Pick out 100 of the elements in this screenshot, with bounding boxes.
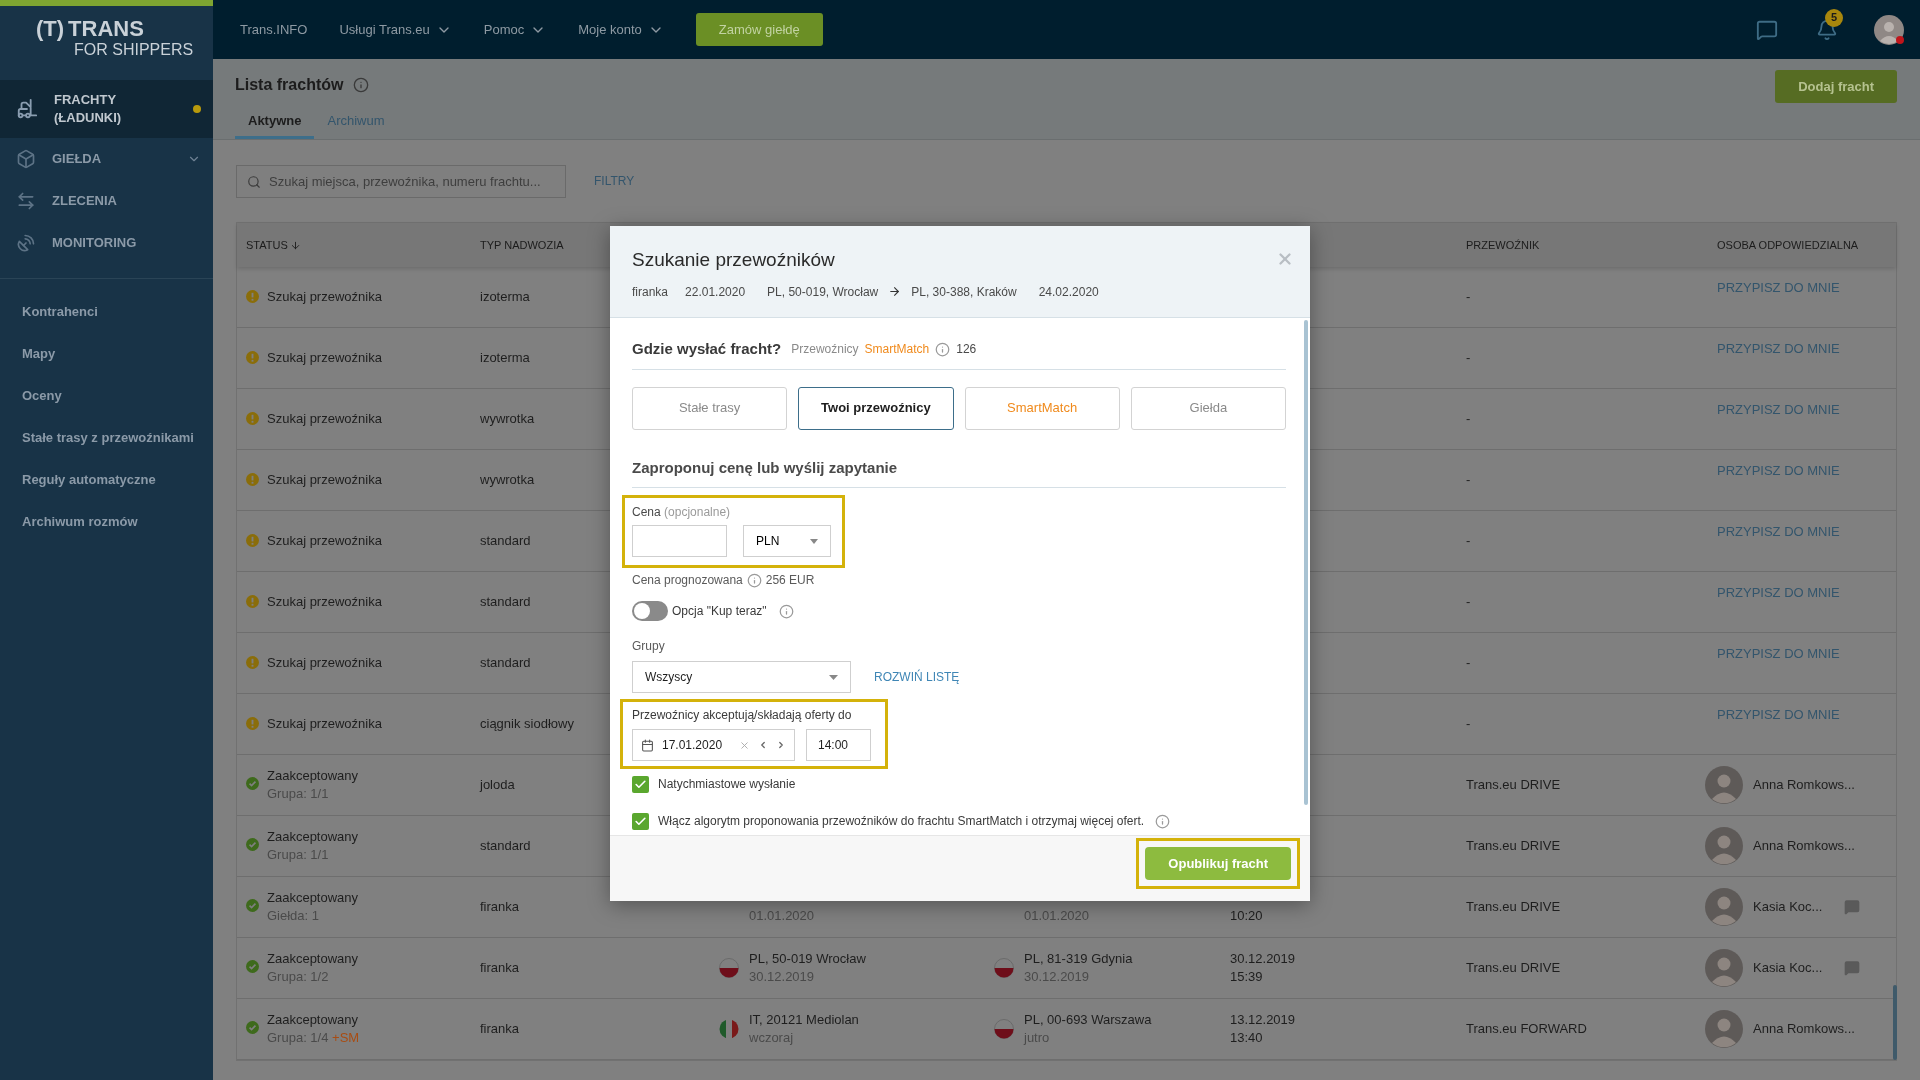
chevron-right-icon	[776, 740, 786, 750]
status-text: Szukaj przewoźnika	[267, 349, 382, 367]
sidebar-module[interactable]: GIEŁDA	[0, 138, 213, 180]
body-type-cell: standard	[480, 838, 531, 854]
avatar-icon[interactable]	[1874, 14, 1904, 45]
sidebar-link[interactable]: Stałe trasy z przewoźnikami	[0, 417, 213, 459]
carrier-cell: -	[1466, 716, 1471, 732]
column-header[interactable]: TYP NADWOZIA	[480, 236, 564, 254]
body-type-cell: wywrotka	[480, 411, 535, 427]
field-label: Cena (opcjonalne)	[632, 504, 731, 521]
chat-icon[interactable]	[1756, 18, 1778, 41]
body-type-cell: izoterma	[480, 289, 530, 305]
status-text: Zaakceptowany	[267, 767, 359, 785]
checkbox-label: Włącz algorytm proponowania przewoźników do frachtu SmartMatch i otrzymaj więcej ofert.	[658, 813, 1145, 830]
time-field[interactable]: 14:00	[806, 729, 871, 761]
target-option[interactable]: Twoi przewoźnicy	[798, 386, 954, 430]
place-text: PL, 81-319 Gdynia	[1024, 950, 1133, 968]
summary-text: PL, 30-388, Kraków	[911, 283, 1017, 301]
tab[interactable]: Aktywne	[235, 106, 315, 139]
target-option[interactable]: Stałe trasy	[632, 386, 788, 430]
person-name: Kasia Koc...	[1753, 898, 1823, 917]
search-field[interactable]: Szukaj miejsca, przewoźnika, numeru frachtu...	[236, 164, 566, 198]
sidebar-link[interactable]: Mapy	[0, 333, 213, 375]
person-name: Anna Romkows...	[1753, 1020, 1855, 1039]
target-option[interactable]: Giełda	[1130, 386, 1286, 430]
avatar-icon	[1705, 888, 1743, 926]
nav-dropdown[interactable]: Pomoc	[483, 19, 547, 40]
sidebar-link[interactable]: Kontrahenci	[0, 291, 213, 333]
carrier-cell: -	[1466, 533, 1471, 549]
smartmatch-label: SmartMatch	[864, 341, 930, 359]
carrier-count: 126	[956, 341, 977, 359]
info-icon[interactable]	[1155, 813, 1171, 829]
publish-button[interactable]: Opublikuj fracht	[1145, 847, 1291, 880]
carrier-cell: -	[1466, 472, 1471, 488]
status-text: Szukaj przewoźnika	[267, 715, 382, 733]
assign-link[interactable]: PRZYPISZ DO MNIE	[1717, 278, 1840, 298]
sidebar-link[interactable]: Archiwum rozmów	[0, 501, 213, 543]
sort-arrow-icon[interactable]	[289, 239, 301, 251]
assign-link[interactable]: PRZYPISZ DO MNIE	[1717, 400, 1840, 420]
column-header[interactable]: OSOBA ODPOWIEDZIALNA	[1717, 236, 1859, 254]
summary-text: 24.02.2020	[1038, 283, 1099, 301]
expand-list-link[interactable]: ROZWIŃ LISTĘ	[874, 668, 960, 686]
body-type-cell: standard	[480, 655, 531, 671]
sidebar-module[interactable]: MONITORING	[0, 222, 213, 264]
forecast-label: Cena prognozowana	[632, 572, 743, 589]
checkbox[interactable]	[632, 775, 649, 793]
assign-link[interactable]: PRZYPISZ DO MNIE	[1717, 583, 1840, 603]
assign-link[interactable]: PRZYPISZ DO MNIE	[1717, 461, 1840, 481]
info-icon[interactable]	[353, 76, 370, 93]
carrier-cell: -	[1466, 411, 1471, 427]
sidebar-module[interactable]: ZLECENIA	[0, 180, 213, 222]
column-header[interactable]: PRZEWOŹNIK	[1466, 236, 1540, 254]
toggle-switch[interactable]	[632, 601, 668, 621]
target-option[interactable]: SmartMatch	[964, 386, 1120, 430]
carrier-cell: -	[1466, 594, 1471, 610]
chat-icon[interactable]	[1844, 899, 1861, 915]
place-text: PL, 50-019 Wrocław	[749, 950, 866, 968]
check-icon	[634, 814, 647, 828]
nav-dropdown[interactable]: Usługi Trans.eu	[339, 19, 452, 40]
date-field[interactable]: 17.01.2020	[632, 729, 795, 761]
info-icon[interactable]	[935, 341, 951, 357]
person-name: Anna Romkows...	[1753, 776, 1855, 795]
carrier-cell: Trans.eu FORWARD	[1466, 1021, 1587, 1037]
forklift-icon	[16, 98, 38, 120]
place-text: PL, 00-693 Warszawa	[1024, 1011, 1152, 1029]
order-exchange-button[interactable]: Zamów giełdę	[695, 13, 823, 46]
sidebar-module[interactable]: FRACHTY (ŁADUNKI)	[0, 80, 213, 138]
body-type-cell: standard	[480, 533, 531, 549]
assign-link[interactable]: PRZYPISZ DO MNIE	[1717, 644, 1840, 664]
currency-select[interactable]: PLN	[743, 525, 831, 557]
sidebar-link[interactable]: Oceny	[0, 375, 213, 417]
groups-select[interactable]: Wszyscy	[632, 661, 851, 693]
filters-link[interactable]: FILTRY	[594, 172, 635, 190]
field-label: Przewoźnicy akceptują/składają oferty do	[632, 707, 852, 724]
status-text: Zaakceptowany	[267, 828, 359, 846]
column-header[interactable]: STATUS	[246, 236, 288, 254]
field-label: Grupy	[632, 638, 666, 655]
add-freight-button[interactable]: Dodaj fracht	[1775, 70, 1897, 103]
close-icon[interactable]	[1276, 250, 1294, 268]
price-field[interactable]	[632, 525, 727, 557]
assign-link[interactable]: PRZYPISZ DO MNIE	[1717, 339, 1840, 359]
info-icon[interactable]	[746, 572, 762, 588]
summary-text: 22.01.2020	[685, 283, 746, 301]
nav-dropdown[interactable]: Moje konto	[578, 19, 664, 40]
nav-link[interactable]: Trans.INFO	[240, 19, 308, 40]
person-name: Kasia Koc...	[1753, 959, 1823, 978]
calendar-icon	[641, 738, 654, 752]
assign-link[interactable]: PRZYPISZ DO MNIE	[1717, 522, 1840, 542]
info-icon[interactable]	[778, 603, 794, 619]
chat-icon[interactable]	[1844, 960, 1861, 976]
carrier-cell: Trans.eu DRIVE	[1466, 960, 1561, 976]
checkbox[interactable]	[632, 812, 649, 830]
sidebar-link[interactable]: Reguły automatyczne	[0, 459, 213, 501]
assign-link[interactable]: PRZYPISZ DO MNIE	[1717, 705, 1840, 725]
section-heading: Zaproponuj cenę lub wyślij zapytanie	[632, 456, 1286, 488]
status-text: Szukaj przewoźnika	[267, 532, 382, 550]
place-text: IT, 20121 Mediolan	[749, 1011, 859, 1029]
body-type-cell: joloda	[480, 777, 515, 793]
body-type-cell: ciągnik siodłowy	[480, 716, 574, 732]
body-type-cell: standard	[480, 594, 531, 610]
